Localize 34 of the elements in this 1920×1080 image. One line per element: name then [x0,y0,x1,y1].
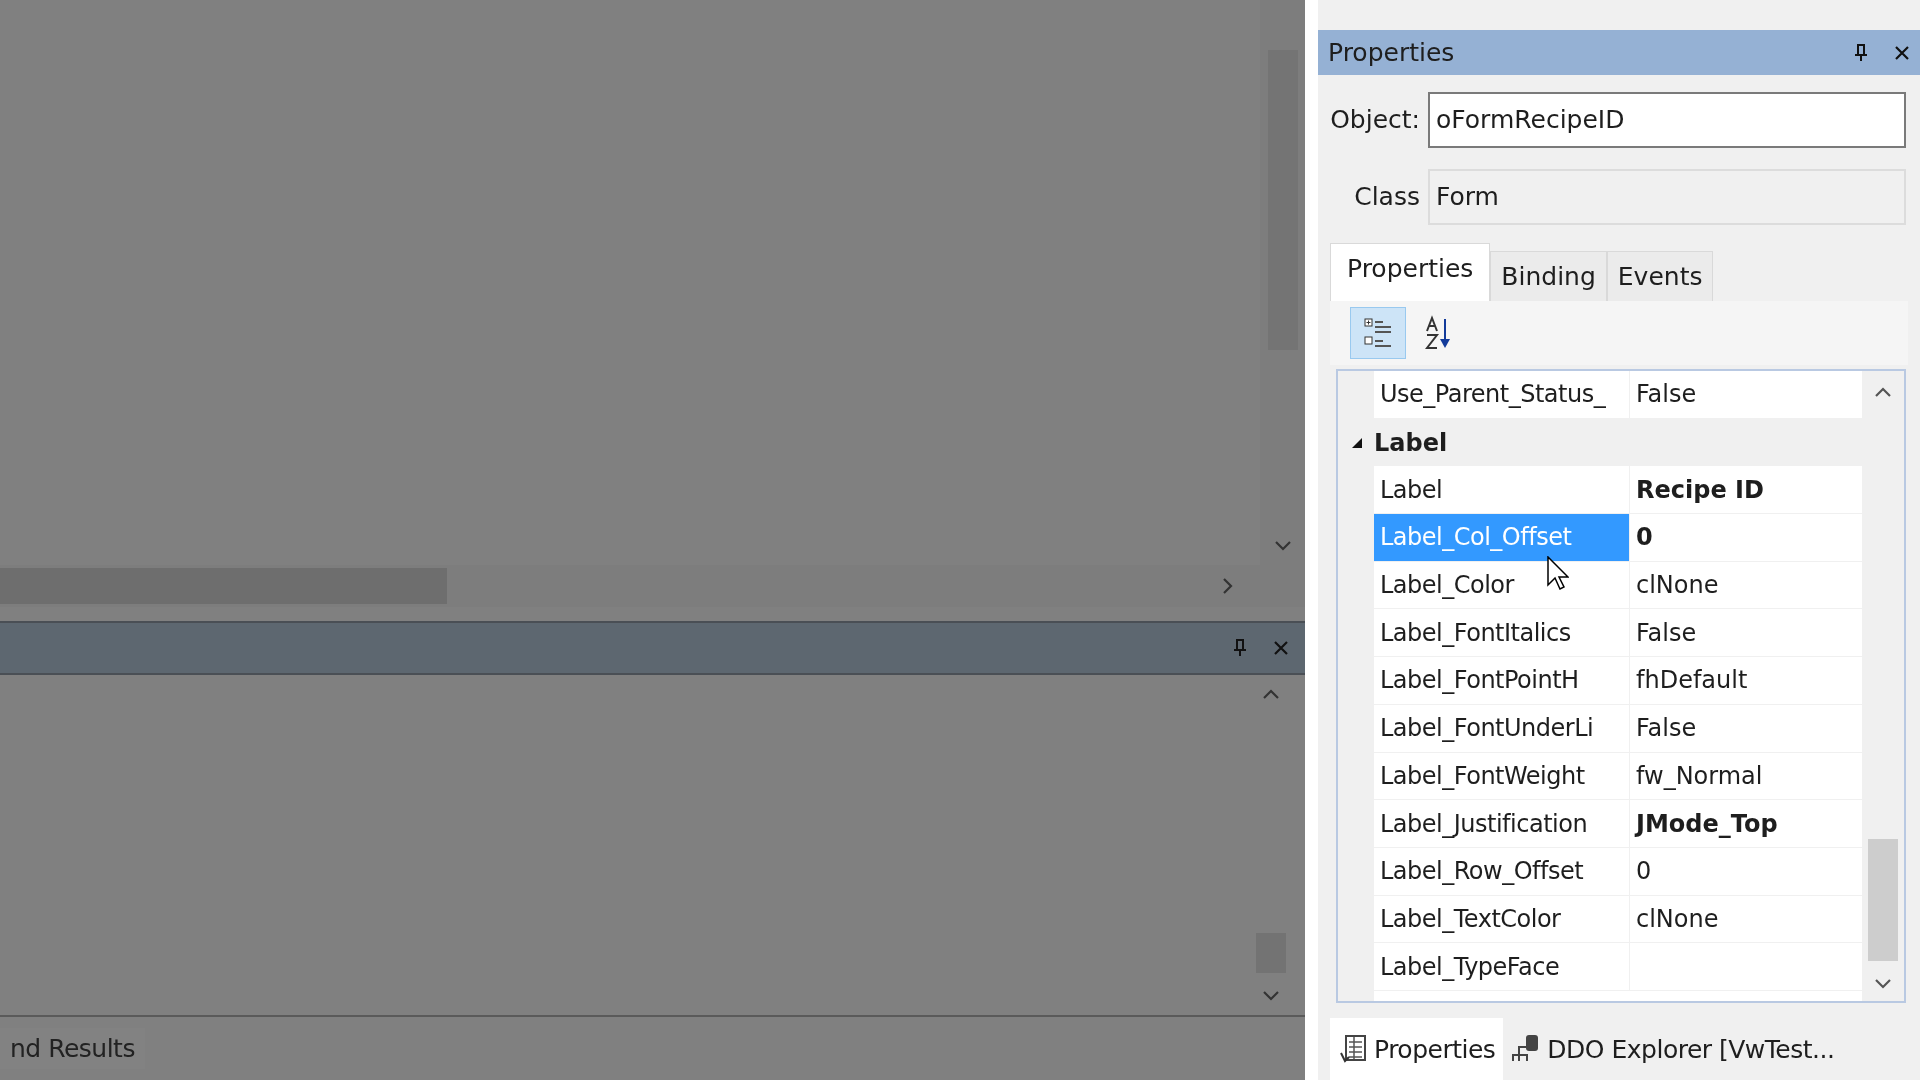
mouse-cursor-icon [1547,556,1569,590]
categorized-view-button[interactable] [1350,307,1406,359]
property-name[interactable]: Label_Justification [1374,800,1630,848]
panel-title: Properties [1328,38,1455,67]
class-field[interactable]: Form [1428,168,1906,225]
property-name[interactable]: Label_FontItalics [1374,609,1630,658]
property-name[interactable]: Label_FontWeight [1374,752,1630,801]
close-icon[interactable] [1894,44,1910,61]
property-name[interactable]: Label_FontPointH [1374,657,1630,705]
pin-icon[interactable] [1854,43,1868,62]
tab[interactable]: Binding [1490,251,1607,301]
scroll-thumb[interactable] [1868,839,1898,961]
object-field[interactable]: oFormRecipeID [1428,91,1906,148]
panel-tab[interactable]: Properties [1330,1018,1504,1080]
tab-label: DDO Explorer [VwTest... [1547,1034,1835,1064]
scroll-down-icon[interactable] [1873,977,1893,991]
property-sheet-icon [1338,1033,1368,1065]
category-name[interactable]: Label [1374,428,1448,457]
scroll-right-icon[interactable] [1221,576,1235,596]
object-label: Object: [1329,105,1421,134]
scrollbar[interactable] [1862,371,1904,1001]
categorized-icon [1363,316,1393,350]
tab[interactable]: Properties [1330,243,1491,301]
scroll-up-icon[interactable] [1873,385,1893,399]
property-name[interactable]: Label_TypeFace [1374,943,1630,991]
property-name[interactable]: Label_TextColor [1374,895,1630,944]
class-label: Class [1353,182,1421,211]
property-name[interactable]: Label_Row_Offset [1374,847,1630,896]
tab[interactable]: Events [1606,251,1714,301]
scroll-down-icon[interactable] [1272,539,1293,553]
tab-label: Properties [1374,1034,1496,1064]
property-name[interactable]: Label_FontUnderLi [1374,704,1630,753]
property-name[interactable]: Use_Parent_Status_ [1374,371,1630,419]
scroll-down-icon[interactable] [1260,989,1281,1003]
